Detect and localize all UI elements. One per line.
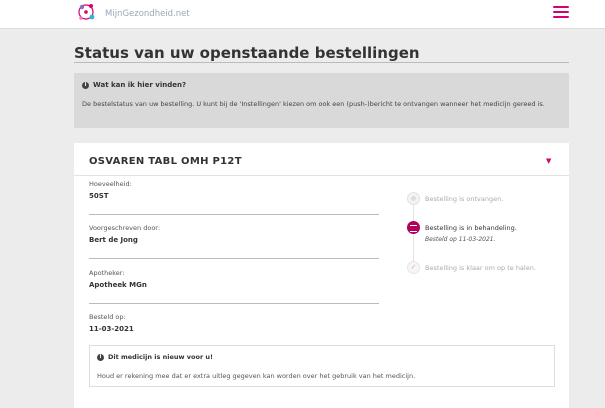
top-bar: MijnGezondheid.net (0, 0, 605, 29)
status-processing-date: Besteld op 11-03-2021. (425, 236, 496, 243)
order-card: OSVAREN TABL OMH P12T ▼ Hoeveelheid: 50S… (74, 143, 569, 408)
info-heading-text: Wat kan ik hier vinden? (93, 81, 187, 89)
notice-heading: i Dit medicijn is nieuw voor u! (97, 353, 213, 361)
info-heading: i Wat kan ik hier vinden? (82, 81, 186, 89)
info-icon: i (97, 353, 104, 361)
field-value: Apotheek MGn (89, 281, 147, 289)
status-ready-check-icon: ✓ (407, 261, 420, 274)
field-label: Besteld op: (89, 313, 126, 321)
field-value: Bert de Jong (89, 236, 138, 244)
field-value: 11-03-2021 (89, 325, 134, 333)
notice-heading-text: Dit medicijn is nieuw voor u! (108, 353, 214, 361)
status-timeline (413, 198, 414, 270)
field-pharmacy: Apotheker: Apotheek MGn (89, 269, 379, 304)
field-value: 50ST (89, 192, 109, 200)
logo-text: MijnGezondheid.net (105, 9, 190, 19)
logo[interactable]: MijnGezondheid.net (77, 2, 190, 26)
status-processing-icon (407, 221, 420, 234)
field-label: Apotheker: (89, 269, 125, 277)
info-icon: i (82, 81, 89, 89)
notice-text: Houd er rekening mee dat er extra uitleg… (97, 372, 416, 380)
field-label: Voorgeschreven door: (89, 224, 161, 232)
logo-icon (78, 4, 95, 20)
card-divider (74, 175, 569, 176)
new-medicine-notice: i Dit medicijn is nieuw voor u! Houd er … (89, 345, 555, 387)
title-divider (74, 62, 569, 63)
field-order-date: Besteld op: 11-03-2021 (89, 313, 379, 348)
field-quantity: Hoeveelheid: 50ST (89, 180, 379, 215)
menu-icon[interactable] (553, 6, 569, 20)
status-received-icon (407, 192, 420, 205)
collapse-caret-icon[interactable]: ▼ (546, 157, 551, 165)
field-prescriber: Voorgeschreven door: Bert de Jong (89, 224, 379, 259)
page-title: Status van uw openstaande bestellingen (74, 44, 420, 62)
field-label: Hoeveelheid: (89, 180, 132, 188)
status-processing-label: Bestelling is in behandeling. (425, 224, 517, 232)
status-received-label: Bestelling is ontvangen. (425, 195, 504, 203)
order-title: OSVAREN TABL OMH P12T (89, 156, 242, 167)
info-box: i Wat kan ik hier vinden? De bestelstatu… (74, 73, 569, 128)
info-text: De bestelstatus van uw bestelling. U kun… (82, 100, 545, 108)
status-ready-label: Bestelling is klaar om op te halen. (425, 264, 536, 272)
